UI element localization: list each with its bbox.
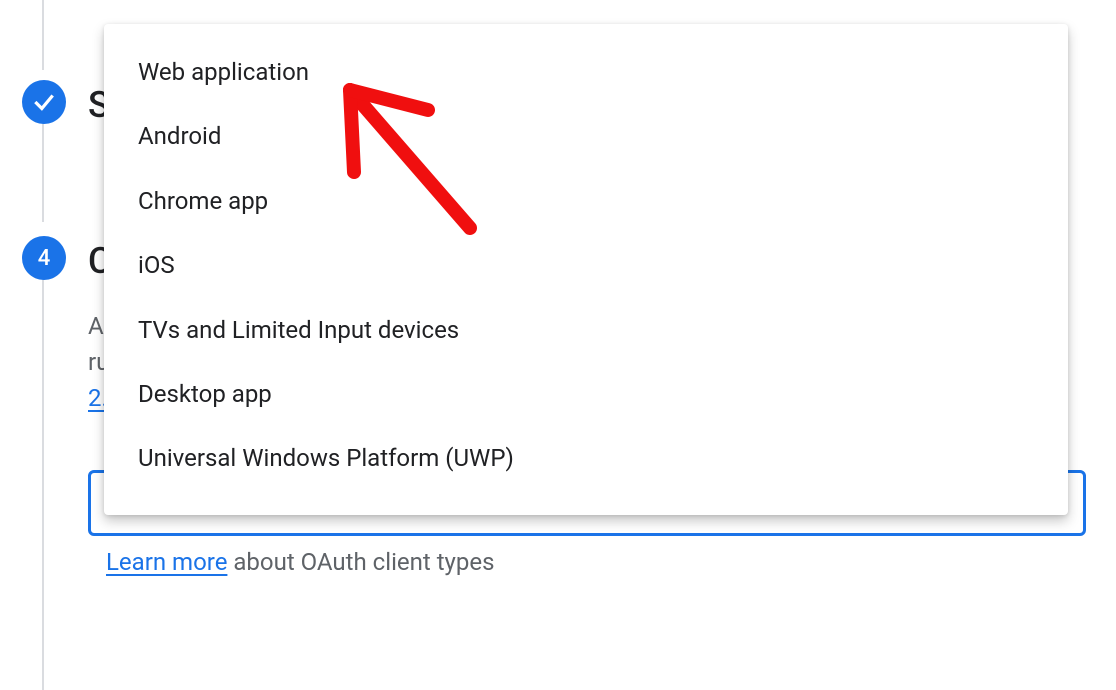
dropdown-option-android[interactable]: Android [104, 104, 1068, 168]
stepper-connector [42, 278, 44, 690]
dropdown-option-desktop-app[interactable]: Desktop app [104, 362, 1068, 426]
check-icon [31, 89, 57, 115]
dropdown-option-uwp[interactable]: Universal Windows Platform (UWP) [104, 426, 1068, 490]
dropdown-option-tvs-limited-input[interactable]: TVs and Limited Input devices [104, 298, 1068, 362]
dropdown-option-chrome-app[interactable]: Chrome app [104, 169, 1068, 233]
learn-more-row: Learn more about OAuth client types [106, 548, 495, 576]
description-fragment: A [88, 312, 104, 340]
application-type-dropdown[interactable]: Web application Android Chrome app iOS T… [104, 24, 1068, 515]
stepper-connector [42, 122, 44, 222]
dropdown-option-web-application[interactable]: Web application [104, 40, 1068, 104]
step-current-badge: 4 [22, 236, 66, 280]
step-completed-badge [22, 80, 66, 124]
dropdown-option-ios[interactable]: iOS [104, 233, 1068, 297]
stepper-connector [42, 0, 44, 70]
step-number: 4 [38, 246, 51, 271]
learn-more-link[interactable]: Learn more [106, 548, 227, 576]
learn-more-suffix: about OAuth client types [227, 548, 494, 576]
